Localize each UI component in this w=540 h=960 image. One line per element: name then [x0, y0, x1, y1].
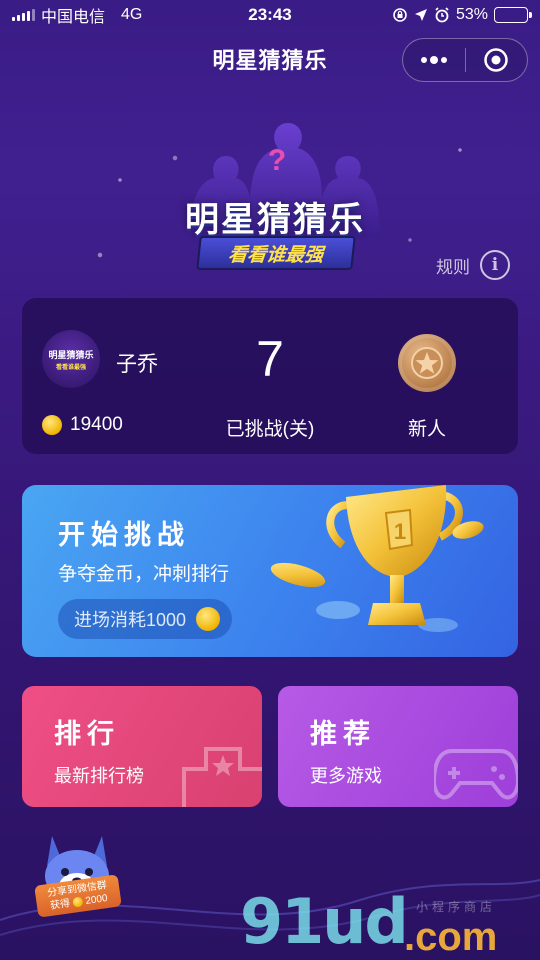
logo-ribbon: 看看谁最强	[196, 236, 356, 270]
status-bar: 中国电信 4G 23:43 53%	[0, 0, 540, 30]
rotation-lock-icon	[393, 8, 407, 22]
page-title: 明星猜猜乐	[212, 48, 328, 73]
podium-icon	[182, 747, 262, 807]
network-type: 4G	[121, 6, 143, 23]
watermark-main: 91ud	[240, 885, 409, 958]
star-medal-icon[interactable]	[398, 334, 456, 392]
ranking-card[interactable]: 排行 最新排行榜	[22, 686, 262, 807]
rules-label: 规则	[436, 257, 470, 277]
game-logo: ? 明星猜猜乐 看看谁最强	[160, 118, 390, 293]
entry-cost-pill: 进场消耗1000	[58, 599, 233, 639]
logo-title: 明星猜猜乐	[185, 201, 365, 239]
navigation-bar: 明星猜猜乐	[0, 30, 540, 88]
recommend-card[interactable]: 推荐 更多游戏	[278, 686, 518, 807]
carrier-name: 中国电信	[41, 9, 106, 26]
recommend-title: 推荐	[310, 719, 376, 749]
trophy-icon: 1	[270, 485, 484, 632]
share-line2-prefix: 获得	[49, 898, 71, 912]
svg-text:?: ?	[268, 144, 286, 177]
status-left: 中国电信 4G	[12, 3, 142, 27]
recommend-subtitle: 更多游戏	[310, 766, 382, 786]
star-icon	[411, 347, 443, 379]
battery-percent: 53%	[455, 6, 488, 23]
challenged-label: 已挑战(关)	[225, 419, 315, 440]
start-challenge-card[interactable]: 开始挑战 争夺金币，冲刺排行 进场消耗1000 1	[22, 485, 518, 657]
target-circle-icon	[484, 48, 508, 72]
share-line2-amount: 2000	[84, 892, 109, 907]
mini-program-capsule	[402, 38, 528, 82]
watermark-suffix: .com	[404, 915, 498, 959]
rank-title: 新人	[407, 419, 446, 440]
status-right: 53%	[392, 6, 532, 24]
coin-icon	[72, 896, 84, 909]
entry-cost-label: 进场消耗1000	[74, 610, 187, 630]
coin-icon	[196, 607, 221, 631]
avatar-title: 明星猜猜乐	[48, 349, 94, 360]
avatar-subtitle: 看看谁最强	[55, 364, 86, 371]
coin-icon	[42, 415, 62, 435]
close-button[interactable]	[466, 39, 528, 81]
more-button[interactable]	[403, 39, 465, 81]
challenged-count: 7	[256, 331, 284, 387]
profile-card: 明星猜猜乐 看看谁最强 子乔 7 19400 已挑战(关) 新人	[22, 298, 518, 454]
watermark-small: 小程序商店	[416, 900, 497, 914]
start-challenge-subtitle: 争夺金币，冲刺排行	[58, 564, 230, 585]
avatar[interactable]: 明星猜猜乐 看看谁最强	[42, 330, 100, 388]
ranking-subtitle: 最新排行榜	[54, 766, 144, 786]
coins-value: 19400	[70, 414, 123, 435]
username: 子乔	[116, 353, 158, 376]
alarm-icon	[435, 7, 449, 23]
gamepad-icon	[434, 749, 518, 800]
logo-subtitle: 看看谁最强	[227, 244, 325, 266]
coins-balance: 19400	[42, 414, 123, 436]
status-time: 23:43	[248, 5, 292, 24]
more-dots-icon	[420, 56, 447, 64]
rules-button[interactable]: 规则 i	[436, 250, 510, 280]
signal-icon	[12, 9, 35, 21]
battery-icon	[494, 7, 532, 23]
start-challenge-title: 开始挑战	[58, 520, 190, 550]
ranking-title: 排行	[54, 719, 120, 749]
info-icon: i	[480, 250, 510, 280]
location-icon	[414, 9, 427, 21]
svg-text:1: 1	[394, 519, 406, 544]
